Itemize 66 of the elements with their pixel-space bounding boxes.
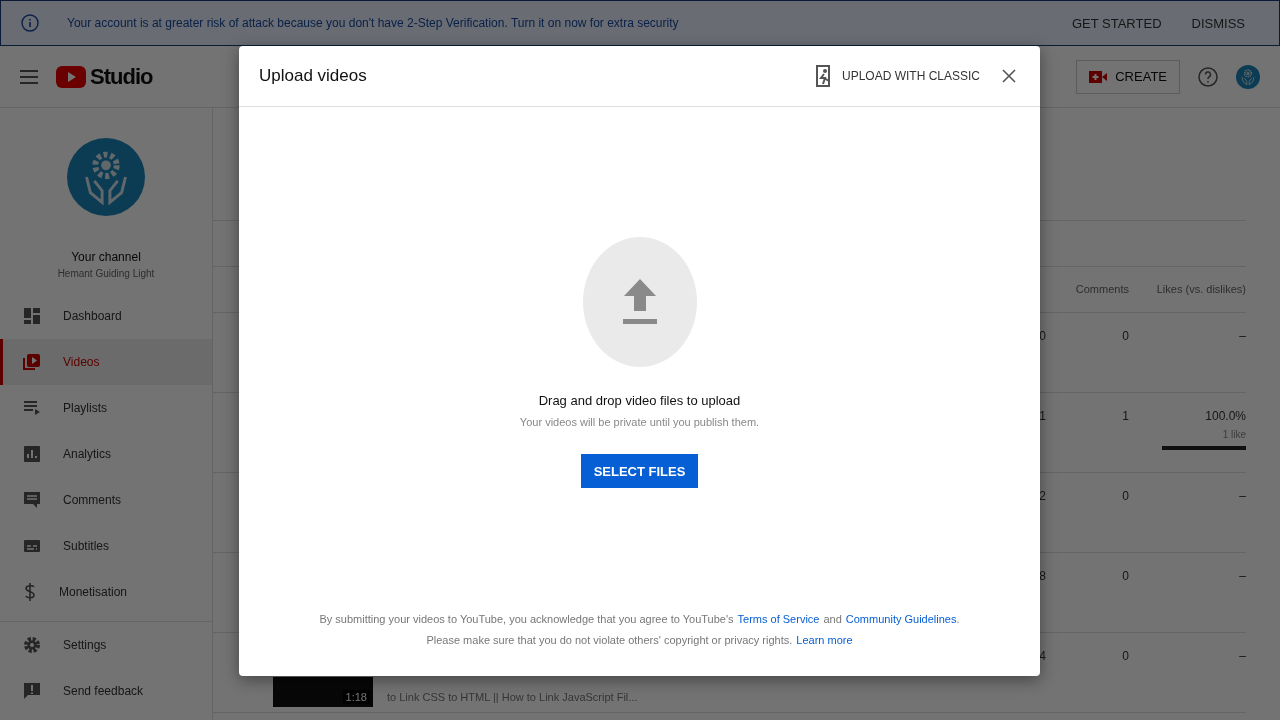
sidebar-item[interactable]: Dashboard	[0, 293, 212, 339]
table-cell-text: 1	[1121, 408, 1129, 423]
sidebar-item[interactable]: Playlists	[0, 385, 212, 431]
sidebar-item[interactable]: Settings	[0, 622, 212, 668]
bar-chart-icon	[23, 445, 41, 463]
table-cell-text: 0	[1121, 488, 1129, 503]
upload-classic-button[interactable]: UPLOAD WITH CLASSIC	[809, 64, 986, 88]
video-library-icon	[23, 353, 41, 371]
table-cell-text: 8	[1038, 568, 1046, 583]
dollar-icon	[23, 582, 37, 602]
channel-title: Your channel	[71, 250, 141, 264]
channel-avatar[interactable]	[1236, 64, 1260, 89]
column-header[interactable]: Likes (vs. dislikes)	[1129, 267, 1246, 295]
sidebar-item[interactable]: Send feedback	[0, 668, 212, 714]
help-icon[interactable]	[1198, 66, 1218, 87]
dashboard-icon	[23, 307, 41, 325]
menu-icon[interactable]	[20, 69, 38, 84]
table-cell-text: 4	[1038, 648, 1046, 663]
legal-text: Please make sure that you do not violate others' copyright or privacy rights.	[426, 634, 793, 646]
video-duration: 1:18	[342, 690, 370, 704]
video-camera-icon	[1089, 70, 1108, 83]
banner-action-button[interactable]: DISMISS	[1185, 15, 1251, 31]
table-cell-text: 1	[1038, 408, 1046, 423]
privacy-hint: Your videos will be private until you publish them.	[519, 416, 760, 428]
terms-link[interactable]: Terms of Service	[737, 613, 820, 625]
table-cell-text: 2	[1038, 488, 1046, 503]
feedback-icon	[23, 682, 41, 700]
table-cell-text: 0	[1038, 328, 1046, 343]
legal-text: .	[956, 613, 960, 625]
sidebar-item[interactable]: Analytics	[0, 431, 212, 477]
table-cell: –	[1239, 569, 1246, 583]
table-cell-text: 0	[1121, 648, 1129, 663]
banner-action-button[interactable]: GET STARTED	[1065, 15, 1168, 31]
table-cell: 100.0%	[1205, 409, 1246, 423]
dialog-title: Upload videos	[259, 66, 368, 86]
legal-text: By submitting your videos to YouTube, you acknowledge that you agree to YouTube's	[319, 613, 734, 625]
sidebar-item[interactable]: Comments	[0, 477, 212, 523]
close-icon	[1002, 69, 1016, 83]
channel-avatar[interactable]	[67, 138, 145, 216]
sidebar-item[interactable]: Videos	[0, 339, 212, 385]
security-warning: Your account is at greater risk of attack because you don't have 2-Step Verification. Turn it on now for extra security	[67, 16, 680, 30]
column-header[interactable]: Comments	[1046, 267, 1129, 295]
table-cell-text: 0	[1121, 328, 1129, 343]
select-files-button[interactable]: SELECT FILES	[580, 454, 699, 488]
settings-icon	[23, 636, 41, 654]
studio-logo: Studio	[90, 63, 153, 90]
comment-icon	[23, 491, 41, 509]
legal-text: and	[823, 613, 842, 625]
subtitles-icon	[23, 537, 41, 555]
upload-arrow-icon	[622, 279, 657, 325]
create-button[interactable]: CREATE	[1076, 59, 1180, 94]
info-icon	[21, 14, 39, 32]
table-cell: –	[1239, 489, 1246, 503]
table-cell: –	[1239, 649, 1246, 663]
exit-figure-icon	[815, 65, 832, 87]
video-description: to Link CSS to HTML || How to Link JavaScript Fil...	[387, 691, 638, 705]
table-cell: –	[1239, 329, 1246, 343]
drop-prompt: Drag and drop video files to upload	[538, 393, 741, 408]
table-cell-text: 0	[1121, 568, 1129, 583]
playlist-icon	[23, 399, 41, 417]
video-thumbnail[interactable]: 1:18	[273, 677, 373, 707]
channel-name: Hemant Guiding Light	[57, 268, 155, 279]
sidebar-item[interactable]: Monetisation	[0, 569, 212, 615]
play-logo-icon	[56, 65, 86, 88]
sidebar-item[interactable]: Subtitles	[0, 523, 212, 569]
learn-more-link[interactable]: Learn more	[796, 634, 853, 646]
